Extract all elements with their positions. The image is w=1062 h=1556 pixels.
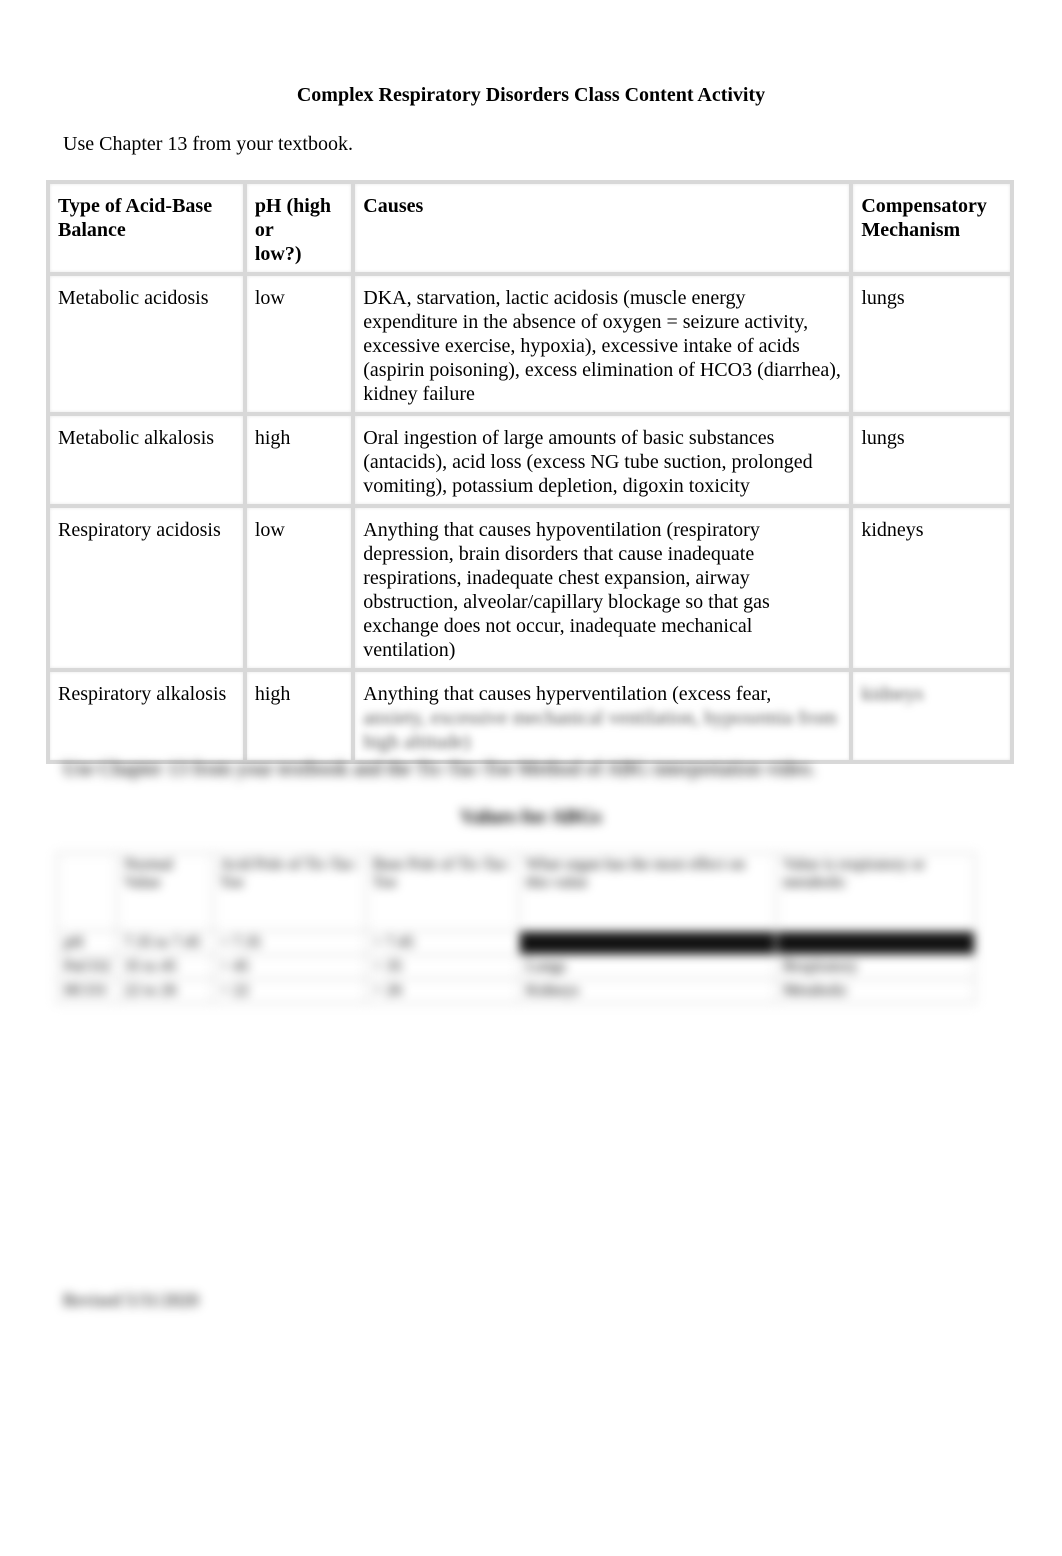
table-row: Respiratory alkalosis high Anything that… <box>46 668 1014 764</box>
cell-type: Metabolic alkalosis <box>46 412 247 508</box>
cell-mechanism: kidneys <box>849 504 1014 672</box>
blurred-text: anxiety, excessive mechanical ventilatio… <box>363 707 837 753</box>
cell-type: Respiratory acidosis <box>46 504 247 672</box>
table-row: Metabolic alkalosis high Oral ingestion … <box>46 412 1014 508</box>
blurred-text: kidneys <box>861 683 924 705</box>
document-title: Complex Respiratory Disorders Class Cont… <box>296 84 766 106</box>
blurred-instructions: Use Chapter 13 from your textbook and th… <box>63 758 816 780</box>
redacted-cell <box>775 930 976 956</box>
cell-mechanism: lungs <box>849 272 1014 416</box>
redacted-cell <box>518 930 778 956</box>
header-causes: Causes <box>351 180 854 276</box>
acid-base-table: Type of Acid-Base Balance pH (high or low?… <box>46 180 1014 764</box>
cell-type: Respiratory alkalosis <box>46 668 247 764</box>
table-header-row: Type of Acid-Base Balance pH (high or low?… <box>46 180 1014 276</box>
abg-row: PaCO2 35 to 45 > 45 < 35 Lungs Respirato… <box>55 954 976 980</box>
header-type: Type of Acid-Base Balance <box>46 180 247 276</box>
abg-header-row: Normal Value Acid Pole of Tic-Tac-Toe Ba… <box>55 852 976 932</box>
intro-text: Use Chapter 13 from your textbook. <box>63 133 353 155</box>
cell-causes: Oral ingestion of large amounts of basic… <box>351 412 854 508</box>
blurred-footer: Revised 5/31/2020 <box>63 1290 199 1310</box>
header-ph: pH (high or low?) <box>242 180 356 276</box>
cell-type: Metabolic acidosis <box>46 272 247 416</box>
table-row: Respiratory acidosis low Anything that c… <box>46 504 1014 672</box>
cell-causes: DKA, starvation, lactic acidosis (muscle… <box>351 272 854 416</box>
table-row: Metabolic acidosis low DKA, starvation, … <box>46 272 1014 416</box>
abg-row: HCO3 22 to 26 < 22 > 26 Kidneys Metaboli… <box>55 978 976 1004</box>
cell-causes: Anything that causes hypoventilation (re… <box>351 504 854 672</box>
cell-ph: high <box>242 412 356 508</box>
cell-ph: low <box>242 504 356 672</box>
abg-row: pH 7.35 to 7.45 < 7.35 > 7.45 <box>55 930 976 956</box>
abg-values-table: Normal Value Acid Pole of Tic-Tac-Toe Ba… <box>55 852 976 1004</box>
cell-mechanism: kidneys <box>849 668 1014 764</box>
blurred-subtitle: Values for ABGs <box>460 806 602 828</box>
cell-mechanism: lungs <box>849 412 1014 508</box>
cell-ph: high <box>242 668 356 764</box>
cell-ph: low <box>242 272 356 416</box>
cell-causes: Anything that causes hyperventilation (e… <box>351 668 854 764</box>
header-mechanism: Compensatory Mechanism <box>849 180 1014 276</box>
